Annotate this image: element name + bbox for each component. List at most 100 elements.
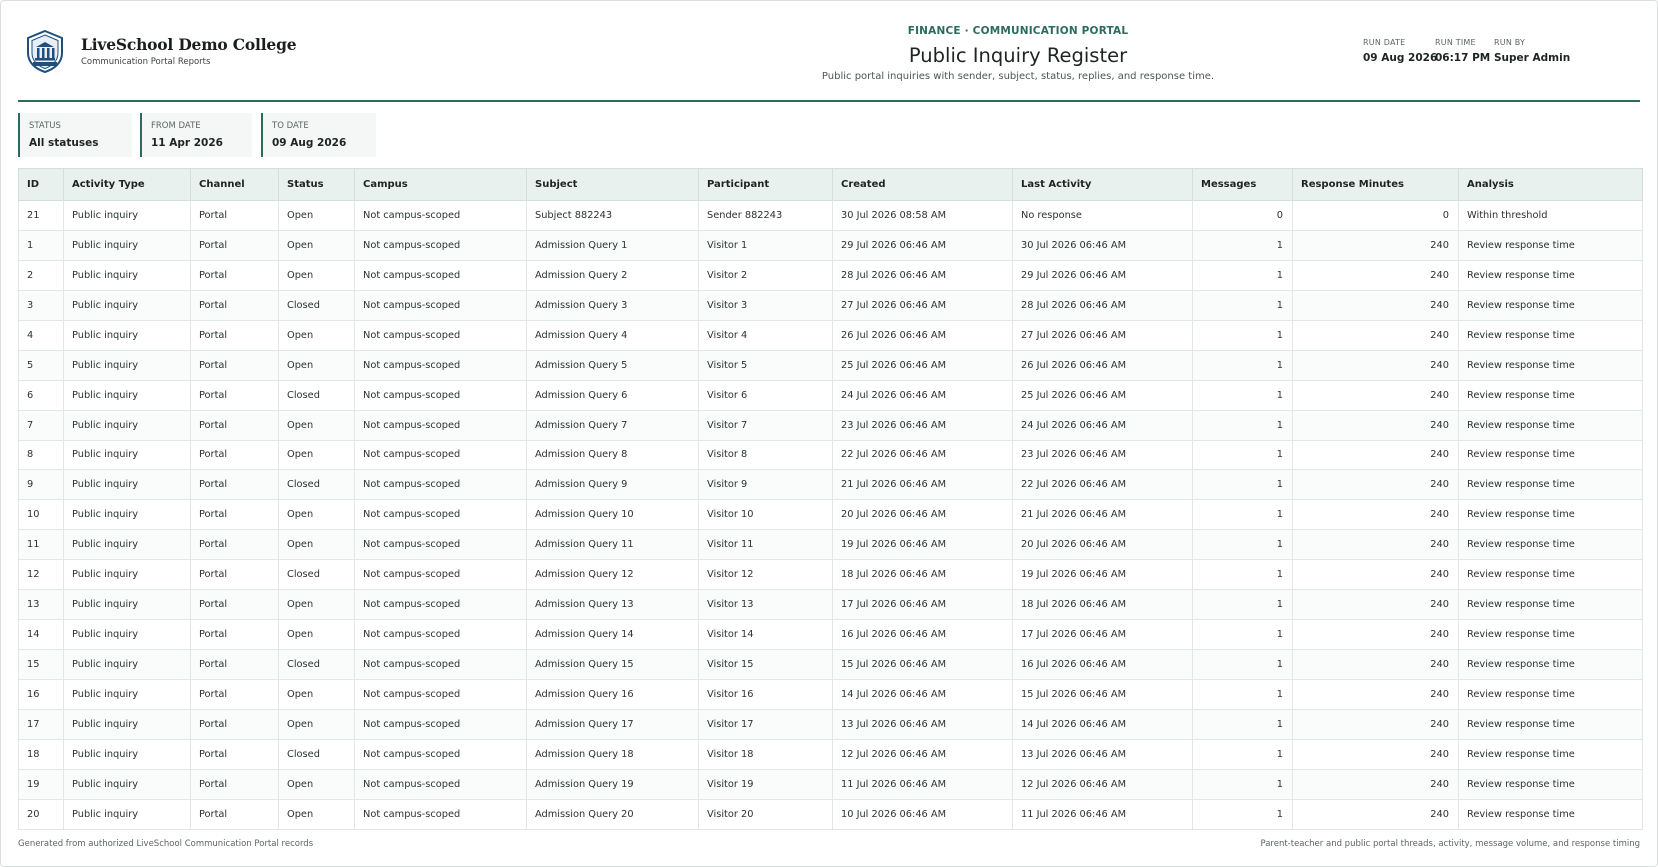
cell-campus: Not campus-scoped — [354, 349, 527, 381]
cell-created: 15 Jul 2026 06:46 AM — [832, 649, 1013, 680]
cell-id: 17 — [18, 708, 64, 740]
cell-messages: 1 — [1192, 768, 1293, 800]
cell-activity-type: Public inquiry — [63, 229, 191, 261]
cell-campus: Not campus-scoped — [354, 200, 527, 231]
cell-created: 12 Jul 2026 06:46 AM — [832, 738, 1013, 770]
table-row: 5 Public inquiry Portal Open Not campus-scop… — [18, 349, 1643, 381]
cell-campus: Not campus-scoped — [354, 259, 527, 291]
cell-analysis: Review response time — [1458, 469, 1643, 501]
cell-channel: Portal — [190, 649, 279, 680]
college-name: LiveSchool Demo College — [81, 35, 297, 54]
cell-created: 22 Jul 2026 06:46 AM — [832, 439, 1013, 471]
cell-subject: Admission Query 5 — [526, 349, 699, 381]
cell-created: 24 Jul 2026 06:46 AM — [832, 379, 1013, 411]
cell-messages: 1 — [1192, 679, 1293, 710]
cell-response-minutes: 240 — [1292, 768, 1459, 800]
cell-participant: Visitor 14 — [698, 619, 833, 651]
cell-response-minutes: 240 — [1292, 229, 1459, 261]
table-row: 7 Public inquiry Portal Open Not campus-scop… — [18, 409, 1643, 441]
cell-last-activity: 13 Jul 2026 06:46 AM — [1012, 738, 1193, 770]
table-row: 1 Public inquiry Portal Open Not campus-scop… — [18, 229, 1643, 261]
cell-channel: Portal — [190, 289, 279, 321]
cell-participant: Visitor 8 — [698, 439, 833, 471]
cell-status: Open — [278, 409, 355, 441]
cell-messages: 1 — [1192, 319, 1293, 351]
cell-participant: Visitor 19 — [698, 768, 833, 800]
cell-channel: Portal — [190, 768, 279, 800]
cell-channel: Portal — [190, 529, 279, 561]
cell-messages: 1 — [1192, 649, 1293, 680]
cell-created: 30 Jul 2026 08:58 AM — [832, 200, 1013, 231]
cell-response-minutes: 240 — [1292, 529, 1459, 561]
cell-participant: Visitor 18 — [698, 738, 833, 770]
cell-campus: Not campus-scoped — [354, 798, 527, 830]
cell-analysis: Review response time — [1458, 319, 1643, 351]
cell-channel: Portal — [190, 619, 279, 651]
cell-subject: Admission Query 19 — [526, 768, 699, 800]
column-header-campus: Campus — [354, 168, 527, 201]
cell-analysis: Review response time — [1458, 619, 1643, 651]
column-header-activity-type: Activity Type — [63, 168, 191, 201]
cell-activity-type: Public inquiry — [63, 349, 191, 381]
cell-activity-type: Public inquiry — [63, 259, 191, 291]
cell-channel: Portal — [190, 259, 279, 291]
cell-response-minutes: 240 — [1292, 439, 1459, 471]
cell-created: 19 Jul 2026 06:46 AM — [832, 529, 1013, 561]
cell-status: Open — [278, 798, 355, 830]
cell-campus: Not campus-scoped — [354, 768, 527, 800]
college-crest-icon — [24, 29, 66, 74]
cell-id: 1 — [18, 229, 64, 261]
cell-id: 12 — [18, 559, 64, 591]
cell-last-activity: 30 Jul 2026 06:46 AM — [1012, 229, 1193, 261]
cell-participant: Visitor 13 — [698, 589, 833, 621]
cell-response-minutes: 240 — [1292, 798, 1459, 830]
cell-response-minutes: 240 — [1292, 409, 1459, 441]
cell-participant: Visitor 4 — [698, 319, 833, 351]
cell-messages: 0 — [1192, 200, 1293, 231]
cell-participant: Visitor 7 — [698, 409, 833, 441]
footer-left: Generated from authorized LiveSchool Com… — [18, 839, 314, 849]
cell-subject: Admission Query 15 — [526, 649, 699, 680]
cell-created: 17 Jul 2026 06:46 AM — [832, 589, 1013, 621]
cell-participant: Visitor 2 — [698, 259, 833, 291]
cell-status: Open — [278, 768, 355, 800]
cell-campus: Not campus-scoped — [354, 469, 527, 501]
cell-participant: Visitor 5 — [698, 349, 833, 381]
cell-id: 2 — [18, 259, 64, 291]
cell-status: Open — [278, 319, 355, 351]
cell-activity-type: Public inquiry — [63, 679, 191, 710]
college-subtitle: Communication Portal Reports — [81, 57, 211, 67]
cell-analysis: Review response time — [1458, 559, 1643, 591]
cell-created: 18 Jul 2026 06:46 AM — [832, 559, 1013, 591]
cell-status: Closed — [278, 379, 355, 411]
cell-id: 15 — [18, 649, 64, 680]
cell-activity-type: Public inquiry — [63, 200, 191, 231]
cell-response-minutes: 240 — [1292, 559, 1459, 591]
cell-id: 16 — [18, 679, 64, 710]
cell-channel: Portal — [190, 798, 279, 830]
table-row: 21 Public inquiry Portal Open Not campus-sco… — [18, 200, 1643, 231]
table-body: 21 Public inquiry Portal Open Not campus-sco… — [18, 200, 1643, 830]
cell-analysis: Review response time — [1458, 529, 1643, 561]
cell-subject: Admission Query 20 — [526, 798, 699, 830]
report-subtitle: Public portal inquiries with sender, sub… — [821, 71, 1215, 82]
cell-campus: Not campus-scoped — [354, 649, 527, 680]
cell-id: 14 — [18, 619, 64, 651]
cell-id: 4 — [18, 319, 64, 351]
table-row: 18 Public inquiry Portal Closed Not campus-s… — [18, 738, 1643, 770]
filter-to-date: TO DATE 09 Aug 2026 — [261, 113, 376, 157]
cell-created: 25 Jul 2026 06:46 AM — [832, 349, 1013, 381]
cell-messages: 1 — [1192, 229, 1293, 261]
cell-channel: Portal — [190, 469, 279, 501]
report-title-block: FINANCE · COMMUNICATION PORTAL Public In… — [618, 25, 1418, 82]
cell-response-minutes: 240 — [1292, 649, 1459, 680]
cell-campus: Not campus-scoped — [354, 499, 527, 531]
cell-id: 21 — [18, 200, 64, 231]
cell-id: 11 — [18, 529, 64, 561]
cell-campus: Not campus-scoped — [354, 439, 527, 471]
cell-response-minutes: 240 — [1292, 679, 1459, 710]
run-by: RUN BY Super Admin — [1494, 38, 1571, 64]
cell-channel: Portal — [190, 349, 279, 381]
table-row: 14 Public inquiry Portal Open Not campus-sco… — [18, 619, 1643, 651]
cell-created: 28 Jul 2026 06:46 AM — [832, 259, 1013, 291]
